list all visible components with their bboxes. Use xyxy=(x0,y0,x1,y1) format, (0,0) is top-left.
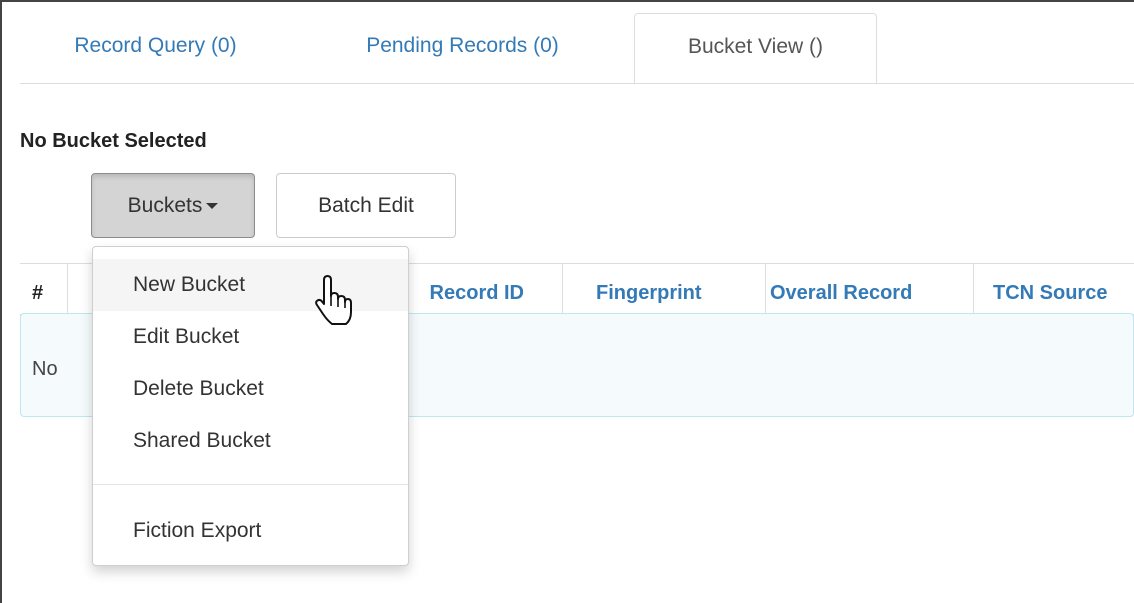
bucket-status-title: No Bucket Selected xyxy=(20,130,207,152)
column-header-fingerprint[interactable]: Fingerprint xyxy=(596,264,702,314)
menu-item-fiction-export[interactable]: Fiction Export xyxy=(93,505,408,557)
buckets-dropdown-menu: New Bucket Edit Bucket Delete Bucket Sha… xyxy=(92,246,409,566)
column-separator xyxy=(562,264,563,314)
tab-record-query[interactable]: Record Query (0) xyxy=(20,13,291,83)
empty-records-text: No xyxy=(32,358,58,380)
batch-edit-button[interactable]: Batch Edit xyxy=(276,173,456,238)
tab-bar: Record Query (0) Pending Records (0) Buc… xyxy=(20,13,1134,84)
menu-item-shared-bucket[interactable]: Shared Bucket xyxy=(93,415,408,467)
menu-divider xyxy=(93,484,408,485)
column-separator xyxy=(67,264,68,314)
column-header-overall-record[interactable]: Overall Record xyxy=(770,264,912,314)
column-header-tcn-source[interactable]: TCN Source xyxy=(993,264,1134,314)
column-separator xyxy=(973,264,974,314)
tab-divider xyxy=(20,83,1134,84)
column-header-index[interactable]: # xyxy=(32,264,43,314)
menu-item-edit-bucket[interactable]: Edit Bucket xyxy=(93,311,408,363)
hand-pointer-cursor-icon xyxy=(315,275,352,325)
caret-down-icon xyxy=(206,202,219,209)
tab-bucket-view[interactable]: Bucket View () xyxy=(634,13,877,84)
menu-item-delete-bucket[interactable]: Delete Bucket xyxy=(93,363,408,415)
buckets-dropdown-button[interactable]: Buckets xyxy=(91,173,255,238)
buckets-button-label: Buckets xyxy=(127,193,203,217)
column-separator xyxy=(765,264,766,314)
menu-item-new-bucket[interactable]: New Bucket xyxy=(93,259,408,311)
tab-pending-records[interactable]: Pending Records (0) xyxy=(291,13,634,83)
